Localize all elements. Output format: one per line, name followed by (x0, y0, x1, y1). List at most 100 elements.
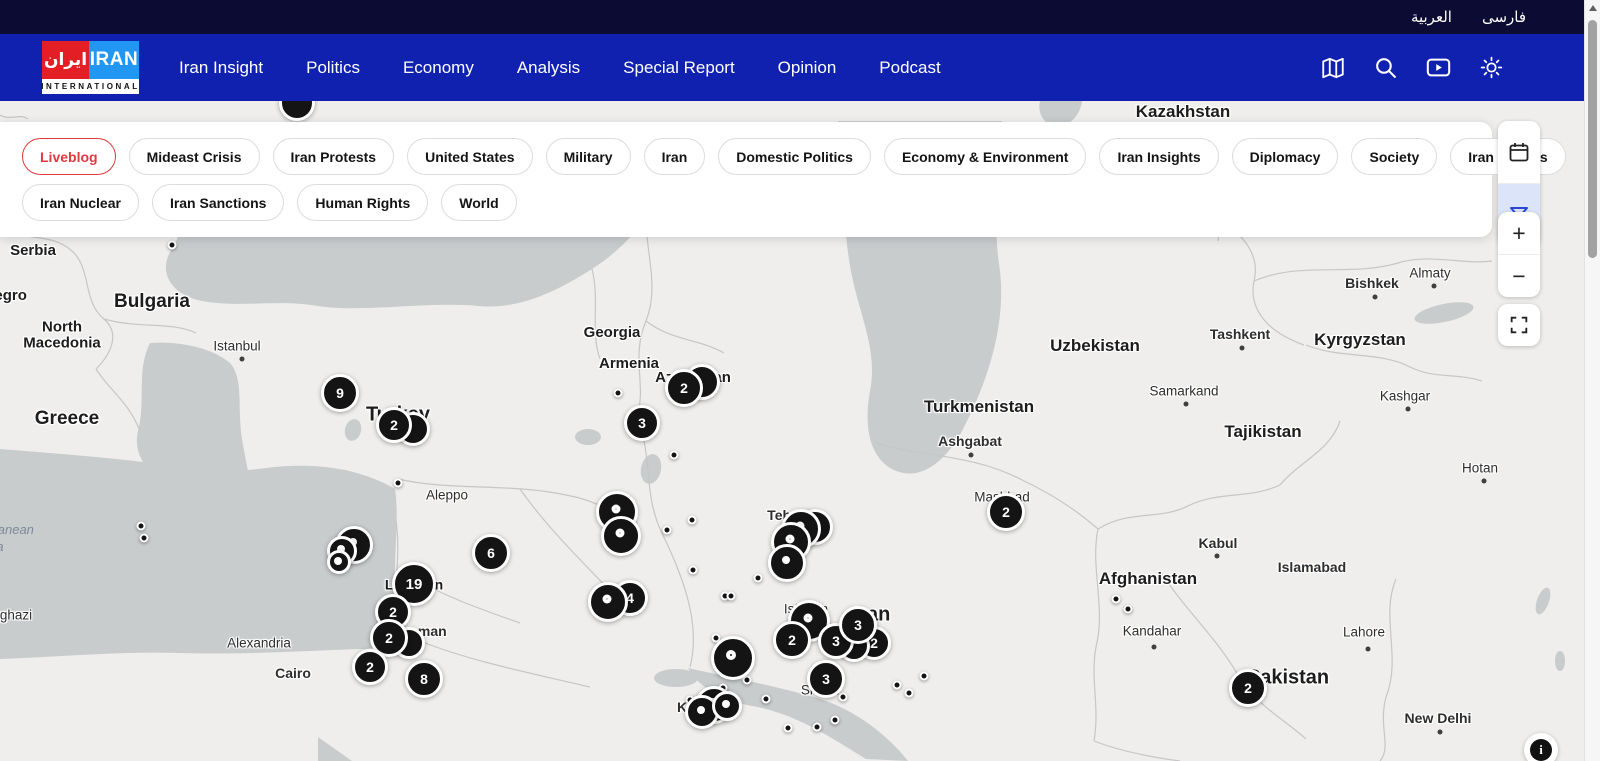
cluster-marker-2[interactable]: 2 (352, 649, 388, 685)
event-dot-marker[interactable] (839, 693, 848, 702)
cluster-marker-3[interactable]: 3 (839, 606, 877, 644)
cluster-marker-9[interactable]: 9 (321, 374, 359, 412)
nav-item-podcast[interactable]: Podcast (879, 58, 940, 78)
main-navbar: ایران IRAN INTERNATIONAL Iran Insight Pol… (0, 34, 1584, 101)
event-dot-marker[interactable] (1112, 595, 1121, 604)
event-dot-marker[interactable] (831, 716, 840, 725)
filter-chip-liveblog[interactable]: Liveblog (22, 138, 116, 175)
filter-chip-mideast-crisis[interactable]: Mideast Crisis (129, 138, 260, 175)
fullscreen-button[interactable] (1498, 304, 1540, 346)
cluster-marker-2[interactable]: 2 (987, 493, 1025, 531)
calendar-button[interactable] (1498, 121, 1540, 183)
country-label-georgia: Georgia (584, 325, 641, 341)
event-dot-marker[interactable] (1124, 605, 1133, 614)
event-dot-marker[interactable] (920, 672, 929, 681)
scrollbar-thumb[interactable] (1588, 20, 1597, 258)
nav-item-opinion[interactable]: Opinion (778, 58, 837, 78)
cluster-marker-2[interactable]: 2 (1229, 669, 1267, 707)
event-dot-marker[interactable] (168, 241, 177, 250)
filter-chip-iran-insights[interactable]: Iran Insights (1099, 138, 1218, 175)
cluster-marker-2[interactable]: 2 (665, 369, 703, 407)
filter-chip-human-rights[interactable]: Human Rights (297, 184, 428, 221)
event-dot-marker[interactable] (905, 689, 914, 698)
filter-chip-iran[interactable]: Iran (644, 138, 706, 175)
event-dot-marker[interactable] (614, 389, 623, 398)
video-icon[interactable] (1425, 54, 1452, 81)
location-pin-marker[interactable] (601, 516, 641, 556)
zoom-out-button[interactable]: − (1498, 255, 1540, 297)
event-dot-marker[interactable] (688, 516, 697, 525)
cluster-marker-2[interactable]: 2 (773, 621, 811, 659)
filter-chip-economy-environment[interactable]: Economy & Environment (884, 138, 1086, 175)
country-label-afghanistan: Afghanistan (1099, 570, 1197, 588)
event-dot-marker[interactable] (893, 681, 902, 690)
city-label-benghazi: Benghazi (0, 608, 32, 623)
filter-chip-iran-sanctions[interactable]: Iran Sanctions (152, 184, 284, 221)
city-label-bishkek: Bishkek (1345, 275, 1399, 291)
pin-hole (611, 505, 620, 514)
city-dot-new-delhi (1438, 730, 1443, 735)
nav-item-politics[interactable]: Politics (306, 58, 360, 78)
filter-chip-society[interactable]: Society (1351, 138, 1437, 175)
lang-link-arabic[interactable]: العربية (1411, 8, 1452, 26)
scroll-up-arrow[interactable] (1589, 5, 1597, 11)
event-dot-marker[interactable] (140, 534, 149, 543)
city-dot-kabul (1215, 554, 1220, 559)
location-pin-marker[interactable] (712, 691, 742, 721)
city-dot-tashkent (1240, 346, 1245, 351)
event-dot-marker[interactable] (663, 526, 672, 535)
event-dot-marker[interactable] (754, 574, 763, 583)
cluster-marker-2[interactable]: 2 (376, 407, 412, 443)
location-pin-marker[interactable] (711, 636, 755, 680)
map-canvas[interactable]: KazakhstanSerbiaMontenegroBulgariaNorth … (0, 101, 1584, 761)
cluster-marker-3[interactable]: 3 (624, 405, 660, 441)
country-label-serbia: Serbia (10, 243, 56, 259)
filter-chip-iran-nuclear[interactable]: Iran Nuclear (22, 184, 139, 221)
filter-chip-united-states[interactable]: United States (407, 138, 532, 175)
chip-row-1: Liveblog Mideast Crisis Iran Protests Unite… (22, 138, 1492, 175)
location-pin-marker[interactable] (768, 544, 806, 582)
city-dot-istanbul (240, 357, 245, 362)
map-icon[interactable] (1320, 55, 1346, 81)
cluster-marker-3[interactable]: 3 (807, 660, 845, 698)
pin-hole (726, 650, 736, 660)
event-dot-marker[interactable] (727, 592, 736, 601)
theme-toggle-icon[interactable] (1479, 55, 1504, 80)
event-dot-marker[interactable] (394, 479, 403, 488)
cluster-marker-8[interactable]: 8 (405, 660, 443, 698)
city-label-islamabad: Islamabad (1278, 559, 1346, 575)
country-label-turkmenistan: Turkmenistan (924, 398, 1034, 416)
event-dot-marker[interactable] (784, 724, 793, 733)
filter-chip-domestic-politics[interactable]: Domestic Politics (718, 138, 871, 175)
filter-chip-world[interactable]: World (441, 184, 516, 221)
lang-link-farsi[interactable]: فارسی (1482, 8, 1526, 26)
fullscreen-box (1498, 304, 1540, 346)
location-pin-marker[interactable] (327, 550, 351, 574)
city-label-lahore: Lahore (1343, 625, 1385, 640)
event-dot-marker[interactable] (762, 695, 771, 704)
country-label-greece: Greece (35, 409, 99, 429)
page-scrollbar[interactable] (1584, 0, 1600, 761)
filter-chip-diplomacy[interactable]: Diplomacy (1232, 138, 1339, 175)
cluster-marker-6[interactable]: 6 (472, 534, 510, 572)
nav-item-economy[interactable]: Economy (403, 58, 474, 78)
search-icon[interactable] (1373, 55, 1398, 80)
pin-hole (782, 556, 790, 564)
zoom-in-button[interactable]: + (1498, 212, 1540, 254)
logo-subtitle: INTERNATIONAL (42, 79, 139, 94)
event-dot-marker[interactable] (689, 566, 698, 575)
city-dot-kandahar (1152, 645, 1157, 650)
event-dot-marker[interactable] (813, 723, 822, 732)
nav-item-special-report[interactable]: Special Report (623, 58, 735, 78)
event-dot-marker[interactable] (670, 451, 679, 460)
map-attribution-button[interactable]: i (1524, 733, 1558, 761)
location-pin-marker[interactable] (588, 582, 628, 622)
iran-international-logo[interactable]: ایران IRAN INTERNATIONAL (42, 41, 139, 94)
nav-item-analysis[interactable]: Analysis (517, 58, 580, 78)
filter-chip-military[interactable]: Military (546, 138, 631, 175)
nav-item-iran-insight[interactable]: Iran Insight (179, 58, 263, 78)
event-dot-marker[interactable] (137, 522, 146, 531)
country-label-montenegro: Montenegro (0, 288, 27, 304)
zoom-in-label: + (1512, 222, 1525, 245)
filter-chip-iran-protests[interactable]: Iran Protests (273, 138, 395, 175)
